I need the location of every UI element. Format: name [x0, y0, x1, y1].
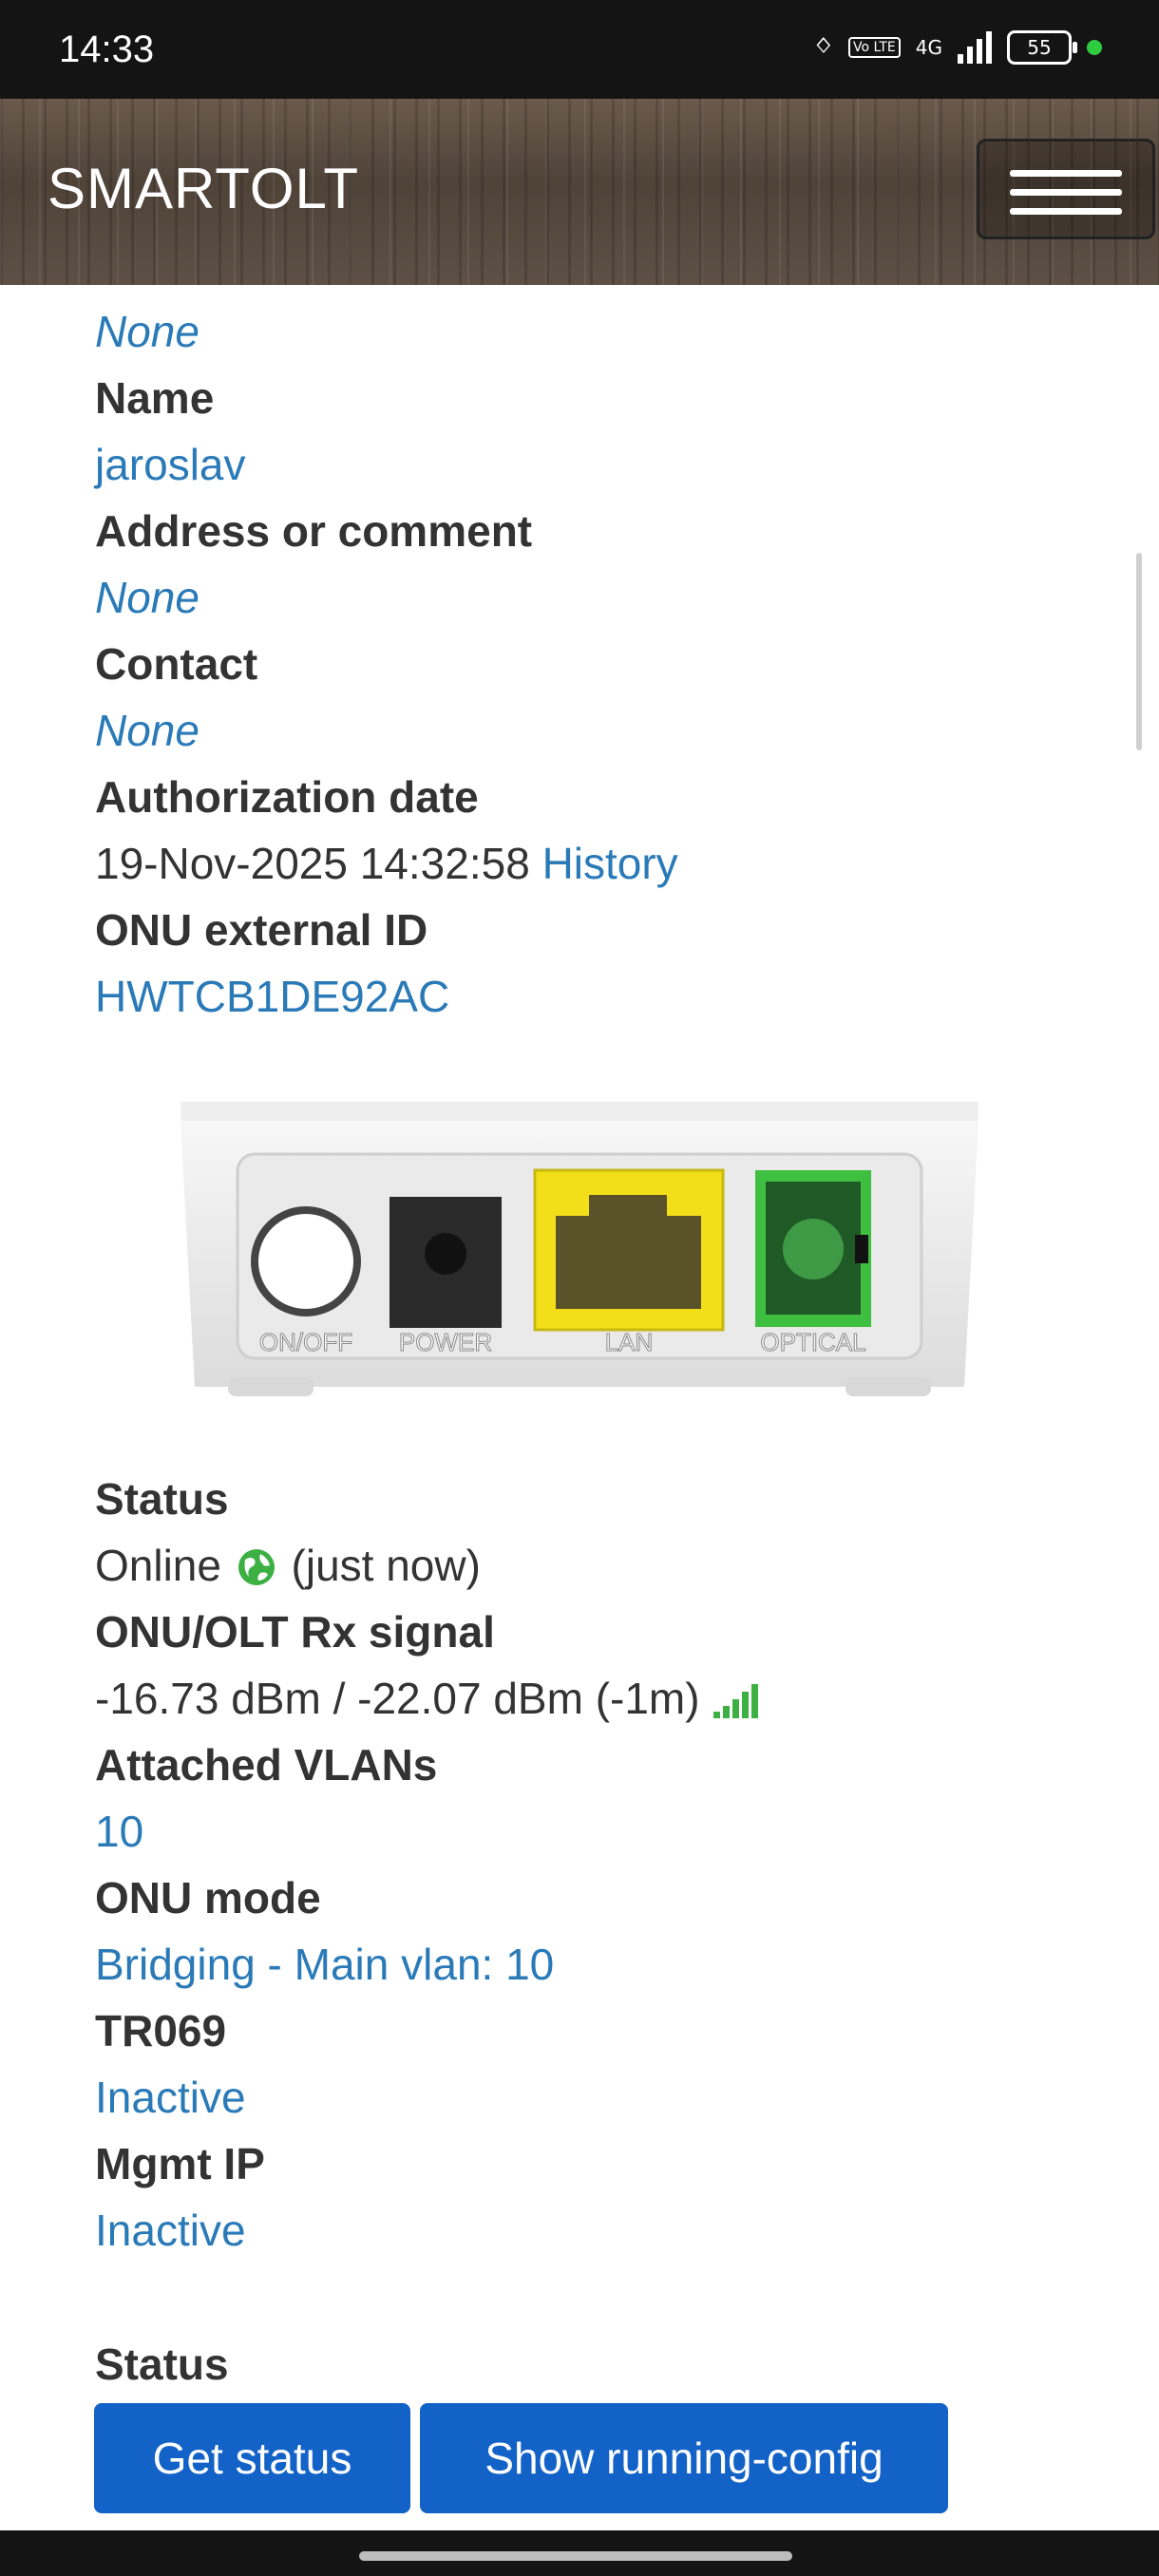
- battery-icon: 55: [1007, 30, 1077, 65]
- menu-bar-icon: [1010, 208, 1122, 215]
- port-label-optical: OPTICAL: [760, 1328, 865, 1356]
- tr069-label: TR069: [95, 2006, 227, 2055]
- vlans-label: Attached VLANs: [95, 1740, 438, 1790]
- rx-signal-label: ONU/OLT Rx signal: [95, 1607, 495, 1657]
- menu-bar-icon: [1010, 189, 1122, 196]
- rx-signal-row: -16.73 dBm / -22.07 dBm (-1m): [95, 1665, 1102, 1732]
- globe-online-icon: [238, 1549, 275, 1585]
- authorization-date-row: 19-Nov-2025 14:32:58 History: [95, 830, 1102, 897]
- status-label: Status: [95, 1474, 229, 1524]
- navbar: SMARTOLT: [0, 99, 1159, 285]
- onu-mode-value[interactable]: Bridging - Main vlan: 10: [95, 1931, 1102, 1998]
- status-time: (just now): [291, 1541, 481, 1590]
- onu-mode-label: ONU mode: [95, 1873, 321, 1923]
- authorization-date-value: 19-Nov-2025 14:32:58: [95, 839, 530, 888]
- get-status-button[interactable]: Get status: [94, 2403, 410, 2513]
- show-running-config-button[interactable]: Show running-config: [420, 2403, 948, 2513]
- rx-signal-value: -16.73 dBm / -22.07 dBm (-1m): [95, 1674, 700, 1723]
- privacy-indicator-dot: [1087, 40, 1102, 55]
- scrollbar[interactable]: [1136, 553, 1142, 750]
- network-type-icon: 4G: [915, 36, 942, 59]
- onu-device-image: ON/OFF POWER LAN OPTICAL: [180, 1102, 978, 1396]
- menu-bar-icon: [1010, 170, 1122, 177]
- address-value[interactable]: None: [95, 564, 1102, 631]
- port-label-power: POWER: [399, 1328, 492, 1356]
- contact-label: Contact: [95, 639, 258, 689]
- authorization-date-label: Authorization date: [95, 772, 479, 822]
- onu-details: None Name jaroslav Address or comment No…: [95, 285, 1102, 1030]
- name-label: Name: [95, 373, 215, 423]
- home-indicator[interactable]: [359, 2551, 792, 2561]
- external-id-value[interactable]: HWTCB1DE92AC: [95, 963, 1102, 1030]
- volte-icon: Vo LTE: [847, 37, 901, 58]
- hamburger-menu-button[interactable]: [977, 139, 1155, 239]
- address-label: Address or comment: [95, 506, 533, 556]
- status-value: Online: [95, 1541, 221, 1590]
- onu-status-details: Status Online (just now) ONU/OLT Rx sign…: [95, 1466, 1102, 2397]
- external-id-label: ONU external ID: [95, 905, 428, 955]
- mgmt-ip-value[interactable]: Inactive: [95, 2197, 1102, 2263]
- status-section-label: Status: [95, 2339, 229, 2389]
- status-bar: 14:33 ᛜ Vo LTE 4G 55: [0, 0, 1159, 99]
- contact-value[interactable]: None: [95, 697, 1102, 764]
- brand-logo[interactable]: SMARTOLT: [48, 156, 359, 221]
- status-icons: ᛜ Vo LTE 4G 55: [814, 28, 1102, 66]
- status-row: Online (just now): [95, 1532, 1102, 1599]
- bluetooth-icon: ᛜ: [813, 28, 833, 66]
- cell-signal-icon: [958, 31, 992, 64]
- clock: 14:33: [59, 28, 155, 70]
- vlans-value[interactable]: 10: [95, 1798, 1102, 1865]
- name-value[interactable]: jaroslav: [95, 431, 1102, 498]
- history-link[interactable]: History: [542, 839, 678, 888]
- port-label-onoff: ON/OFF: [259, 1328, 352, 1356]
- mgmt-ip-label: Mgmt IP: [95, 2139, 265, 2188]
- signal-strength-icon: [713, 1684, 759, 1718]
- tr069-value[interactable]: Inactive: [95, 2064, 1102, 2131]
- port-label-lan: LAN: [605, 1328, 654, 1356]
- previous-field-value: None: [95, 307, 200, 356]
